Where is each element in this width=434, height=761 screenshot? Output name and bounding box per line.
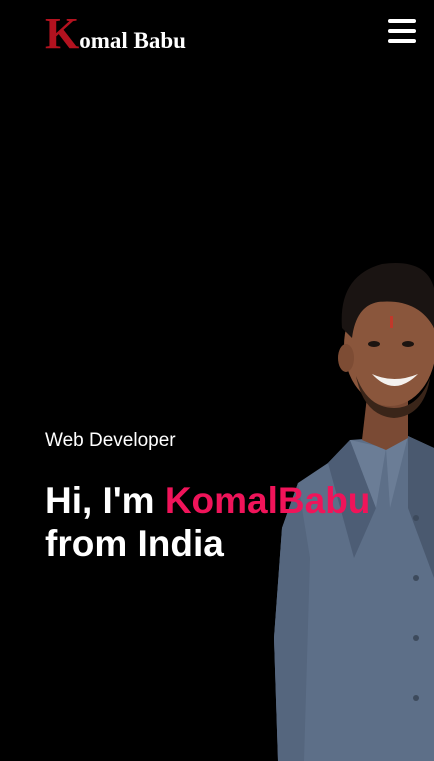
hero-subtitle: Web Developer [45, 430, 176, 451]
menu-bar [388, 29, 416, 33]
headline-line2: from India [45, 523, 224, 564]
hero-headline: Hi, I'm KomalBabu from India [45, 479, 370, 565]
menu-bar [388, 19, 416, 23]
headline-greeting: Hi, I'm [45, 480, 165, 521]
site-logo[interactable]: Komal Babu [45, 12, 186, 56]
hamburger-menu-icon[interactable] [388, 19, 416, 44]
menu-bar [388, 39, 416, 43]
logo-initial: K [45, 9, 80, 58]
headline-name: KomalBabu [164, 480, 371, 521]
logo-text: omal Babu [79, 28, 186, 53]
page: Komal Babu Web Developer Hi, I'm KomalBa… [0, 0, 434, 761]
